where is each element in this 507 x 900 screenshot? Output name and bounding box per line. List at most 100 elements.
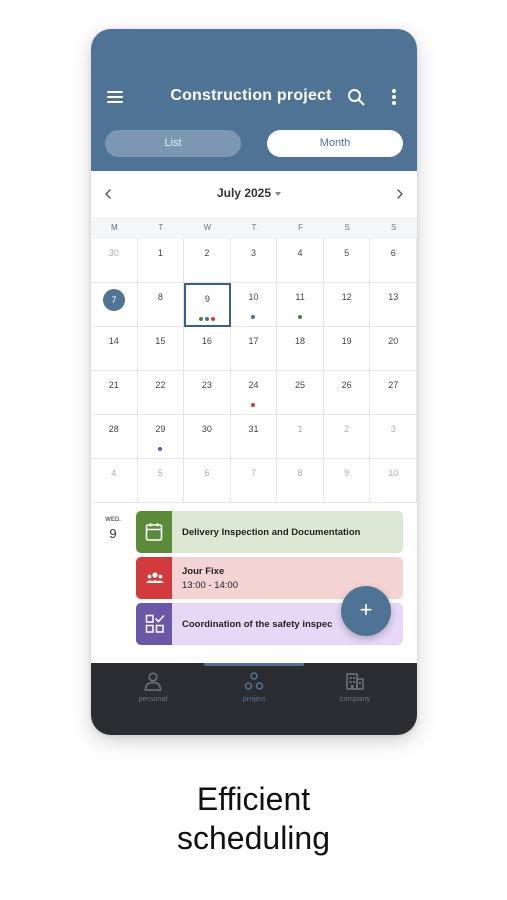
add-event-button[interactable]: +	[341, 586, 391, 636]
nav-item-company[interactable]: company	[301, 671, 409, 731]
day-number: 30	[108, 248, 119, 258]
day-number: 3	[390, 424, 396, 434]
calendar-day[interactable]: 15	[137, 327, 185, 371]
checklist-icon	[145, 614, 165, 633]
day-number: 2	[344, 424, 350, 434]
more-vertical-icon[interactable]	[391, 89, 397, 105]
day-number: 11	[295, 292, 305, 302]
calendar-day[interactable]: 2	[323, 415, 371, 459]
day-number: 5	[344, 248, 350, 258]
calendar-day[interactable]: 10	[370, 459, 417, 503]
calendar-day[interactable]: 12	[323, 283, 371, 327]
day-number: 19	[341, 336, 352, 346]
day-number: 29	[155, 424, 166, 434]
calendar-day[interactable]: 2	[184, 239, 231, 283]
weekday-label: S	[391, 223, 397, 232]
agenda-panel: WED. 9 Delivery Inspection and Documenta…	[91, 503, 417, 663]
calendar-day[interactable]: 30	[91, 239, 138, 283]
calendar-day[interactable]: 27	[370, 371, 417, 415]
day-number: 10	[388, 468, 399, 478]
event-card-delivery-inspection[interactable]: Delivery Inspection and Documentation	[136, 511, 403, 553]
day-number: 16	[201, 336, 212, 346]
weekday-label: M	[110, 223, 118, 232]
calendar-day[interactable]: 1	[277, 415, 324, 459]
calendar-day[interactable]: 21	[91, 371, 138, 415]
day-number: 17	[248, 336, 259, 346]
day-number: 27	[388, 380, 399, 390]
month-selector[interactable]: July 2025	[189, 186, 309, 200]
calendar-day[interactable]: 28	[91, 415, 138, 459]
calendar-day[interactable]: 3	[370, 415, 417, 459]
calendar-day[interactable]: 24	[230, 371, 278, 415]
chevron-right-icon[interactable]	[393, 187, 407, 201]
event-dots	[277, 315, 323, 319]
calendar-day[interactable]: 26	[323, 371, 371, 415]
calendar-day[interactable]: 8	[277, 459, 324, 503]
day-number: 28	[108, 424, 119, 434]
day-number: 22	[155, 380, 166, 390]
calendar-day[interactable]: 16	[184, 327, 231, 371]
day-number: 1	[157, 248, 163, 258]
agenda-day-number: 9	[109, 526, 117, 541]
day-number: 10	[248, 292, 259, 302]
day-number: 3	[250, 248, 256, 258]
nav-label: personal	[138, 694, 168, 703]
calendar-day[interactable]: 18	[277, 327, 324, 371]
hamburger-icon[interactable]	[107, 91, 123, 103]
calendar-day[interactable]: 3	[230, 239, 278, 283]
calendar-day[interactable]: 25	[277, 371, 324, 415]
event-dots	[231, 403, 277, 407]
calendar-day[interactable]: 11	[277, 283, 324, 327]
calendar-day[interactable]: 14	[91, 327, 138, 371]
calendar-day[interactable]: 13	[370, 283, 417, 327]
calendar-day[interactable]: 6	[370, 239, 417, 283]
month-label: July 2025	[216, 186, 272, 200]
calendar-day[interactable]: 20	[370, 327, 417, 371]
calendar-day[interactable]: 17	[230, 327, 278, 371]
calendar-day[interactable]: 9	[323, 459, 371, 503]
nav-label: project	[242, 694, 266, 703]
calendar-day[interactable]: 6	[184, 459, 231, 503]
day-number: 7	[103, 289, 125, 311]
calendar-day[interactable]: 4	[277, 239, 324, 283]
page-title: Construction project	[170, 87, 332, 104]
calendar-day[interactable]: 5	[137, 459, 185, 503]
calendar-day[interactable]: 5	[323, 239, 371, 283]
day-number: 8	[297, 468, 303, 478]
calendar-day[interactable]: 19	[323, 327, 371, 371]
weekday-label: S	[344, 223, 350, 232]
calendar-day[interactable]: 29	[137, 415, 185, 459]
calendar-day[interactable]: 31	[230, 415, 278, 459]
day-number: 26	[341, 380, 352, 390]
agenda-date: WED. 9	[101, 517, 125, 541]
caption-line-1: Efficient	[196, 781, 311, 817]
calendar-day[interactable]: 4	[91, 459, 138, 503]
nav-item-personal[interactable]: personal	[99, 671, 207, 731]
building-icon	[346, 673, 364, 690]
calendar-icon	[145, 523, 163, 541]
calendar-day[interactable]: 1	[137, 239, 185, 283]
event-dots	[231, 315, 277, 319]
bottom-navigation: personal project company	[91, 663, 417, 735]
day-number: 13	[388, 292, 399, 302]
day-number: 25	[295, 380, 306, 390]
day-number: 24	[248, 380, 259, 390]
phone-frame: Construction project List Month July 202…	[91, 29, 417, 735]
tab-list[interactable]: List	[105, 130, 241, 157]
weekday-label: T	[158, 223, 164, 232]
event-dot	[205, 317, 210, 321]
weekday-label: F	[298, 223, 303, 232]
chevron-left-icon[interactable]	[101, 187, 115, 201]
calendar-day-selected[interactable]: 9	[184, 283, 231, 327]
calendar-day-today[interactable]: 7	[91, 283, 138, 327]
search-icon[interactable]	[347, 88, 365, 106]
calendar-day[interactable]: 22	[137, 371, 185, 415]
calendar-day[interactable]: 7	[230, 459, 278, 503]
calendar-day[interactable]: 23	[184, 371, 231, 415]
nav-item-project[interactable]: project	[200, 671, 308, 731]
tab-month[interactable]: Month	[267, 130, 403, 157]
calendar-grid: 30 1 2 3 4 5 6 7 8 9 10 11 12 13 14 15 16 17 18 19 20 21 22 23 2…	[91, 239, 417, 503]
calendar-day[interactable]: 30	[184, 415, 231, 459]
calendar-day[interactable]: 8	[137, 283, 185, 327]
calendar-day[interactable]: 10	[230, 283, 278, 327]
